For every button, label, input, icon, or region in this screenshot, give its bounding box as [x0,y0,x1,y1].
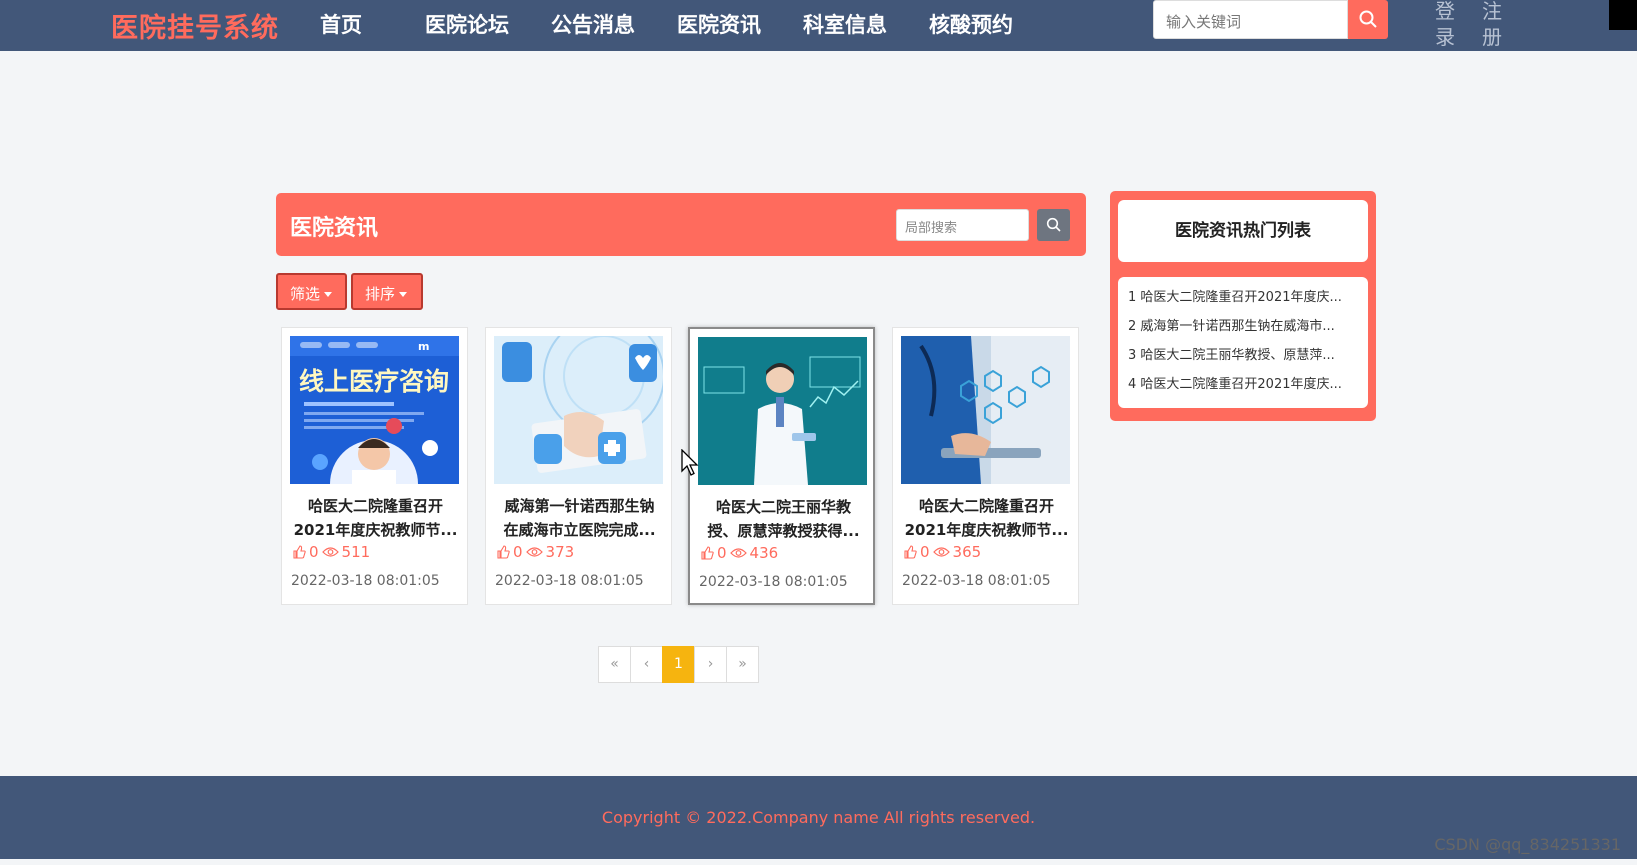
filter-dropdown-button[interactable]: 筛选 [276,273,347,310]
card-title[interactable]: 哈医大二院隆重召开 2021年度庆祝教师节... [899,494,1074,542]
page-first-button[interactable]: « [598,646,631,683]
news-card[interactable]: 哈医大二院王丽华教 授、原慧萍教授获得... 0 436 2022-03-18 … [688,327,875,605]
caret-down-icon [399,292,408,297]
card-date: 2022-03-18 08:01:05 [902,573,1051,589]
hot-news-list: 1 哈医大二院隆重召开2021年度庆... 2 威海第一针诺西那生钠在威海市..… [1118,277,1368,408]
like-count: 0 [920,543,930,561]
copyright-text: Copyright © 2022.Company name All rights… [601,808,1036,827]
global-search-button[interactable] [1348,0,1388,39]
view-count: 511 [341,543,371,561]
card-date: 2022-03-18 08:01:05 [495,573,644,589]
local-search-button[interactable] [1037,209,1070,241]
nav-news[interactable]: 医院资讯 [677,9,761,39]
card-title[interactable]: 哈医大二院隆重召开 2021年度庆祝教师节... [288,494,463,542]
footer: Copyright © 2022.Company name All rights… [0,776,1637,859]
news-thumbnail[interactable] [901,336,1070,484]
watermark-text: CSDN @qq_834251331 [1434,835,1621,854]
view-count: 436 [749,544,779,562]
corner-block [1609,0,1637,30]
thumbs-up-icon[interactable] [292,545,306,559]
card-date: 2022-03-18 08:01:05 [291,573,440,589]
view-count: 373 [545,543,575,561]
card-stats: 0 436 [700,544,778,562]
page: 医院挂号系统 首页 医院论坛 公告消息 医院资讯 科室信息 核酸预约 输入关键词… [0,0,1637,865]
card-stats: 0 511 [292,543,370,561]
like-count: 0 [717,544,727,562]
hot-news-item[interactable]: 1 哈医大二院隆重召开2021年度庆... [1128,283,1362,312]
thumbs-up-icon[interactable] [903,545,917,559]
hot-news-panel: 医院资讯热门列表 1 哈医大二院隆重召开2021年度庆... 2 威海第一针诺西… [1110,191,1376,421]
register-link[interactable]: 注 册 [1481,0,1503,50]
hot-news-title: 医院资讯热门列表 [1118,200,1368,262]
news-card[interactable]: 威海第一针诺西那生钠 在威海市立医院完成... 0 373 2022-03-18… [485,327,672,605]
hot-news-item[interactable]: 3 哈医大二院王丽华教授、原慧萍... [1128,341,1362,370]
eye-icon [525,547,543,557]
mouse-cursor-icon [681,449,699,476]
svg-text:m: m [418,340,429,353]
thumbs-up-icon[interactable] [496,545,510,559]
nav-departments[interactable]: 科室信息 [803,9,887,39]
search-icon [1046,217,1061,232]
eye-icon [321,547,339,557]
card-title[interactable]: 哈医大二院王丽华教 授、原慧萍教授获得... [696,495,871,543]
eye-icon [932,547,950,557]
hot-news-item[interactable]: 4 哈医大二院隆重召开2021年度庆... [1128,370,1362,399]
svg-text:线上医疗咨询: 线上医疗咨询 [299,367,449,396]
news-thumbnail-online-consult[interactable]: m 线上医疗咨询 [290,336,459,484]
news-section-header: 医院资讯 局部搜索 [276,193,1086,256]
page-current-button[interactable]: 1 [662,646,695,683]
nav-covid-test-booking[interactable]: 核酸预约 [929,9,1013,39]
news-card[interactable]: 哈医大二院隆重召开 2021年度庆祝教师节... 0 365 2022-03-1… [892,327,1079,605]
page-next-button[interactable]: › [694,646,727,683]
section-title: 医院资讯 [290,216,379,241]
local-search-input[interactable]: 局部搜索 [896,209,1029,241]
global-search-input[interactable]: 输入关键词 [1153,0,1348,39]
thumbs-up-icon[interactable] [700,546,714,560]
card-title[interactable]: 威海第一针诺西那生钠 在威海市立医院完成... [492,494,667,542]
nav-notices[interactable]: 公告消息 [551,9,635,39]
view-count: 365 [952,543,982,561]
nav-home[interactable]: 首页 [320,9,362,39]
top-nav-bar: 医院挂号系统 首页 医院论坛 公告消息 医院资讯 科室信息 核酸预约 输入关键词… [0,0,1637,51]
hot-news-item[interactable]: 2 威海第一针诺西那生钠在威海市... [1128,312,1362,341]
sort-dropdown-button[interactable]: 排序 [351,273,423,310]
news-thumbnail[interactable] [494,336,663,484]
news-card[interactable]: m 线上医疗咨询 哈医大二院隆重召开 2021年度庆祝教师节... 0 511 … [281,327,468,605]
site-logo[interactable]: 医院挂号系统 [111,6,279,45]
card-stats: 0 365 [903,543,981,561]
nav-forum[interactable]: 医院论坛 [425,9,509,39]
like-count: 0 [513,543,523,561]
eye-icon [729,548,747,558]
page-last-button[interactable]: » [726,646,759,683]
card-stats: 0 373 [496,543,574,561]
search-icon [1359,10,1377,28]
news-thumbnail[interactable] [698,337,867,485]
like-count: 0 [309,543,319,561]
login-link[interactable]: 登 录 [1434,0,1456,50]
page-prev-button[interactable]: ‹ [630,646,663,683]
caret-down-icon [324,292,333,297]
card-date: 2022-03-18 08:01:05 [699,574,848,590]
pagination: « ‹ 1 › » [598,646,759,683]
